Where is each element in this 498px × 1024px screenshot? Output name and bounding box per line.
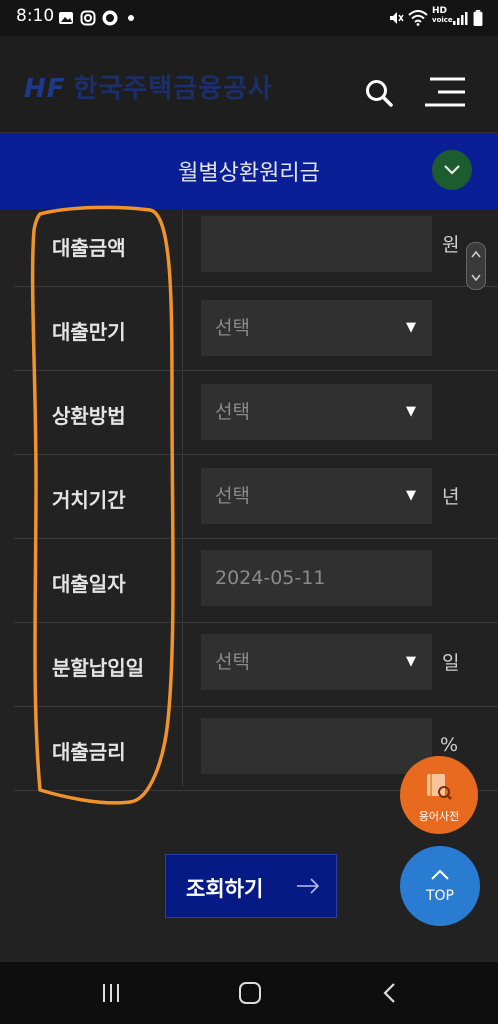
wifi-icon (408, 10, 428, 26)
unit-label: % (440, 734, 459, 756)
site-logo[interactable]: HF 한국주택금융공사 (24, 68, 273, 105)
recent-apps-icon[interactable] (100, 982, 122, 1004)
hd-voice-icon: HD voice (432, 6, 453, 25)
instagram-icon (80, 10, 96, 26)
search-button-label: 조회하기 (186, 877, 264, 901)
form-row-loan-amount: 대출금액 원 (14, 202, 498, 287)
unit-label: 원 (442, 234, 460, 256)
form-row-repayment-method: 상환방법 선택 ▼ (14, 370, 498, 455)
form-row-loan-date: 대출일자 2024-05-11 (14, 538, 498, 623)
form-label: 대출만기 (52, 320, 126, 344)
form-row-payment-day: 분할납입일 선택 ▼ 일 (14, 622, 498, 707)
page-title-bar: 월별상환원리금 (0, 133, 498, 209)
select-arrow-icon: ▼ (406, 404, 416, 419)
book-search-icon (427, 774, 452, 800)
select-arrow-icon: ▼ (406, 320, 416, 335)
logo-text: 한국주택금융공사 (73, 74, 273, 104)
notification-icon (102, 10, 118, 26)
form-label: 대출금액 (52, 236, 126, 260)
repayment-method-select[interactable]: 선택 ▼ (201, 384, 432, 440)
interest-rate-input[interactable] (201, 718, 432, 774)
glossary-button-label: 용어사전 (418, 810, 460, 823)
form-label: 거치기간 (52, 488, 126, 512)
site-header: HF 한국주택금융공사 (0, 36, 498, 133)
form-label: 분할납입일 (52, 656, 144, 680)
scroll-top-button[interactable]: TOP (400, 846, 480, 926)
select-arrow-icon: ▼ (406, 654, 416, 669)
home-icon[interactable] (238, 981, 262, 1005)
dot-icon (128, 15, 134, 21)
search-button[interactable]: 조회하기 (165, 854, 337, 918)
loan-term-select[interactable]: 선택 ▼ (201, 300, 432, 356)
select-arrow-icon: ▼ (406, 488, 416, 503)
menu-icon[interactable] (424, 76, 466, 108)
form-row-loan-term: 대출만기 선택 ▼ (14, 286, 498, 371)
scroll-thumb[interactable] (466, 242, 486, 290)
form-label: 대출금리 (52, 740, 126, 764)
mute-icon (390, 12, 404, 24)
battery-icon (473, 10, 483, 26)
form-row-grace-period: 거치기간 선택 ▼ 년 (14, 454, 498, 539)
loan-amount-input[interactable] (201, 216, 432, 272)
system-nav-bar (0, 962, 498, 1024)
grace-period-select[interactable]: 선택 ▼ (201, 468, 432, 524)
logo-mark: HF (24, 74, 66, 104)
payment-day-select[interactable]: 선택 ▼ (201, 634, 432, 690)
form-label: 상환방법 (52, 404, 126, 428)
form-label: 대출일자 (52, 572, 126, 596)
back-icon[interactable] (380, 982, 400, 1004)
status-bar: 8:10 HD voice (0, 0, 498, 36)
page-title: 월별상환원리금 (178, 161, 320, 186)
status-time: 8:10 (16, 6, 55, 26)
gallery-icon (59, 12, 73, 24)
glossary-button[interactable]: 용어사전 (400, 756, 478, 834)
unit-label: 일 (442, 652, 460, 674)
signal-icon (453, 12, 468, 25)
scroll-arrows-icon (471, 250, 481, 282)
unit-label: 년 (442, 486, 460, 508)
arrow-right-icon (297, 878, 320, 894)
scroll-top-label: TOP (425, 888, 454, 904)
title-dropdown-button[interactable] (432, 150, 472, 190)
chevron-up-icon (431, 869, 449, 880)
chevron-down-icon (444, 165, 460, 175)
search-icon[interactable] (364, 78, 394, 108)
loan-date-input[interactable]: 2024-05-11 (201, 550, 432, 606)
